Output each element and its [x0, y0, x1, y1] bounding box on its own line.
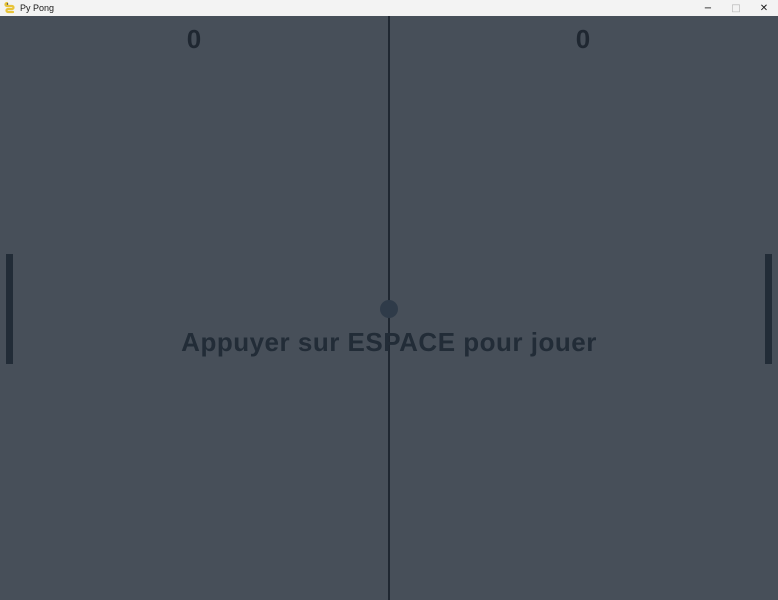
maximize-button[interactable]: □ [722, 0, 750, 16]
title-bar[interactable]: Py Pong − □ ✕ [0, 0, 778, 16]
pygame-snake-icon [3, 1, 17, 15]
left-score: 0 [186, 24, 202, 54]
minimize-button[interactable]: − [694, 0, 722, 16]
game-canvas[interactable]: 0 0 Appuyer sur ESPACE pour jouer [0, 16, 778, 600]
right-score: 0 [575, 24, 591, 54]
close-button[interactable]: ✕ [750, 0, 778, 16]
ball [380, 300, 398, 318]
window-controls: − □ ✕ [694, 0, 778, 16]
window-title: Py Pong [20, 3, 55, 13]
start-prompt: Appuyer sur ESPACE pour jouer [181, 327, 597, 357]
